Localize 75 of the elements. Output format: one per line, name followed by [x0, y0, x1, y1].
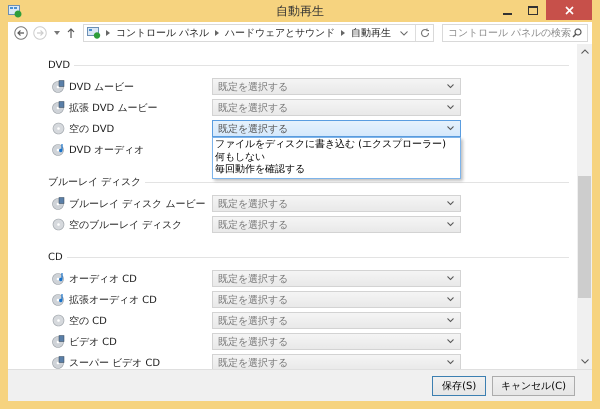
autoplay-action-dropdown[interactable]: 既定を選択する	[212, 78, 461, 95]
history-caret-icon[interactable]	[54, 31, 60, 35]
control-panel-icon	[87, 27, 101, 39]
autoplay-action-dropdown[interactable]: 既定を選択する	[212, 312, 461, 329]
blank-disc-icon	[52, 218, 65, 231]
refresh-icon	[420, 28, 430, 38]
music-disc-icon	[52, 293, 65, 306]
chevron-icon[interactable]	[106, 30, 110, 36]
music-disc-icon	[52, 143, 65, 156]
chevron-icon[interactable]	[341, 30, 346, 36]
dropdown-caret-icon[interactable]	[400, 30, 408, 36]
section-heading: DVD	[48, 60, 70, 70]
video-disc-icon	[52, 101, 65, 114]
media-type-label: ビデオ CD	[69, 336, 117, 348]
section-heading: CD	[48, 252, 63, 262]
scrollbar-thumb[interactable]	[578, 176, 591, 298]
media-type-label: 空のブルーレイ ディスク	[69, 218, 182, 232]
dialog-button[interactable]: 保存(S)	[432, 376, 486, 396]
autoplay-action-dropdown[interactable]: 既定を選択する	[212, 120, 461, 137]
address-bar[interactable]: コントロール パネル ハードウェアとサウンド 自動再生	[83, 24, 434, 42]
close-button[interactable]	[546, 0, 592, 20]
caret-icon	[447, 84, 454, 89]
search-icon	[572, 28, 582, 38]
dropdown-option[interactable]: 何もしない	[213, 152, 460, 164]
scroll-down-icon[interactable]	[580, 359, 588, 364]
breadcrumb-item[interactable]: ハードウェアとサウンド	[225, 26, 336, 40]
scroll-up-icon[interactable]	[580, 49, 588, 54]
caret-icon	[447, 339, 454, 344]
maximize-icon	[528, 6, 538, 14]
video-disc-icon	[52, 356, 65, 369]
blank-disc-icon	[52, 314, 65, 327]
autoplay-action-dropdown[interactable]: 既定を選択する	[212, 333, 461, 350]
media-type-label: DVD ムービー	[69, 80, 134, 94]
media-type-label: スーパー ビデオ CD	[69, 356, 160, 369]
dropdown-option[interactable]: ファイルをディスクに書き込む (エクスプローラー)	[213, 139, 460, 152]
caret-icon	[447, 126, 454, 131]
media-type-label: 空の CD	[69, 314, 107, 328]
autoplay-action-dropdown[interactable]: 既定を選択する	[212, 291, 461, 308]
video-disc-icon	[52, 335, 65, 348]
media-type-label: 空の DVD	[69, 122, 114, 136]
caret-icon	[447, 297, 454, 302]
dropdown-option[interactable]: 毎回動作を確認する	[213, 164, 460, 176]
back-icon[interactable]	[14, 26, 28, 40]
caret-icon	[447, 201, 454, 206]
media-type-label: ブルーレイ ディスク ムービー	[69, 198, 206, 210]
video-disc-icon	[52, 80, 65, 93]
media-type-label: 拡張オーディオ CD	[69, 294, 157, 306]
media-type-label: 拡張 DVD ムービー	[69, 102, 158, 114]
close-icon	[564, 6, 574, 14]
chevron-icon[interactable]	[215, 30, 220, 36]
autoplay-action-dropdown[interactable]: 既定を選択する	[212, 270, 461, 287]
minimize-icon	[502, 12, 512, 14]
window-title: 自動再生	[275, 3, 325, 20]
scrollbar[interactable]	[577, 44, 592, 369]
media-type-label: オーディオ CD	[69, 272, 137, 286]
control-panel-icon	[8, 4, 22, 18]
autoplay-action-dropdown[interactable]: 既定を選択する	[212, 216, 461, 233]
dialog-button[interactable]: キャンセル(C)	[492, 376, 575, 396]
caret-icon	[447, 360, 454, 365]
breadcrumb-item[interactable]: コントロール パネル	[116, 26, 210, 40]
blank-disc-icon	[52, 122, 65, 135]
music-disc-icon	[52, 272, 65, 285]
media-type-label: DVD オーディオ	[69, 144, 144, 156]
video-disc-icon	[52, 197, 65, 210]
search-field[interactable]: コントロール パネルの検索	[442, 24, 588, 42]
autoplay-action-dropdown[interactable]: 既定を選択する	[212, 354, 461, 369]
caret-icon	[447, 276, 454, 281]
breadcrumb-item[interactable]: 自動再生	[351, 26, 392, 40]
caret-icon	[447, 105, 454, 110]
autoplay-action-dropdown[interactable]: 既定を選択する	[212, 195, 461, 212]
section-heading: ブルーレイ ディスク	[48, 176, 142, 189]
caret-icon	[447, 318, 454, 323]
autoplay-action-dropdown[interactable]: 既定を選択する	[212, 99, 461, 116]
up-arrow-icon[interactable]	[67, 28, 75, 38]
caret-icon	[447, 222, 454, 227]
